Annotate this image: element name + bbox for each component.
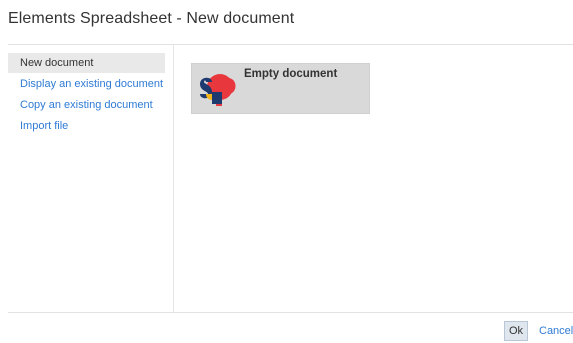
sp-logo-icon: [200, 74, 236, 106]
sidebar-item-display-existing[interactable]: Display an existing document: [8, 74, 165, 94]
main-panel: Empty document: [175, 45, 573, 312]
ok-button[interactable]: Ok: [504, 321, 528, 341]
sidebar-list: New document Display an existing documen…: [8, 45, 173, 136]
empty-document-label: Empty document: [244, 68, 338, 80]
footer-divider: [8, 312, 573, 313]
dialog-title: Elements Spreadsheet - New document: [8, 10, 295, 27]
cancel-button[interactable]: Cancel: [539, 321, 573, 341]
sidebar-item-copy-existing[interactable]: Copy an existing document: [8, 95, 165, 115]
sidebar-item-new-document[interactable]: New document: [8, 53, 165, 73]
sidebar: New document Display an existing documen…: [8, 45, 174, 312]
sidebar-item-import-file[interactable]: Import file: [8, 116, 165, 136]
empty-document-tile[interactable]: Empty document: [191, 63, 370, 114]
